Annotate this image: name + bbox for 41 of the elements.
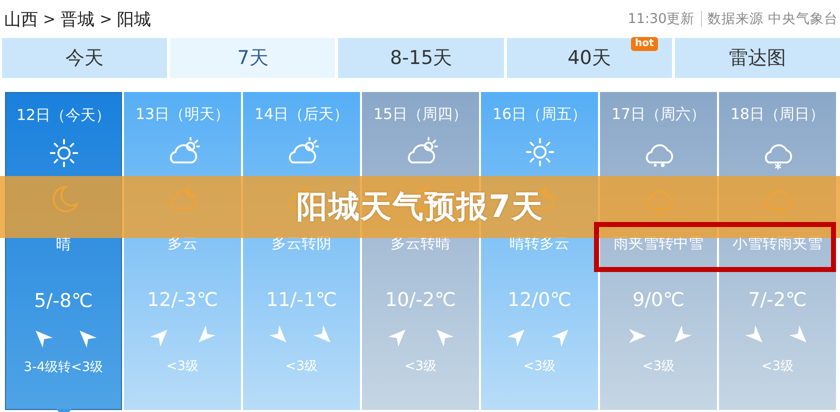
temperature: 12/-3℃ bbox=[147, 289, 218, 311]
temperature: 5/-8℃ bbox=[34, 290, 93, 312]
temperature: 12/0℃ bbox=[507, 289, 572, 311]
temperature: 10/-2℃ bbox=[385, 289, 456, 311]
tab[interactable]: 8-15天 bbox=[338, 38, 504, 78]
day-date: 18日（周日） bbox=[730, 105, 825, 124]
weather-condition: 多云转晴 bbox=[390, 234, 450, 253]
tab[interactable]: 雷达图 bbox=[674, 38, 840, 78]
breadcrumb-separator: > bbox=[100, 10, 112, 28]
weather-condition: 小雪转雨夹雪 bbox=[732, 234, 822, 253]
temperature: 7/-2℃ bbox=[748, 289, 807, 311]
breadcrumb-link[interactable]: 山西 bbox=[4, 8, 38, 30]
temperature: 9/0℃ bbox=[632, 289, 684, 311]
day-date: 12日（今天） bbox=[16, 106, 111, 125]
breadcrumb-separator: > bbox=[43, 10, 56, 28]
tab[interactable]: 今天 bbox=[2, 38, 168, 78]
wind-level: 3-4级转<3级 bbox=[24, 359, 104, 376]
wind-level: <3级 bbox=[761, 358, 794, 375]
weather-condition: 晴转多云 bbox=[510, 234, 570, 253]
day-date: 17日（周六） bbox=[611, 105, 706, 124]
day-date: 14日（后天） bbox=[254, 105, 349, 124]
wind-level: <3级 bbox=[404, 358, 437, 375]
temperature: 11/-1℃ bbox=[266, 289, 337, 311]
wind-level: <3级 bbox=[166, 358, 199, 375]
wind-level: <3级 bbox=[285, 358, 318, 375]
update-time: 11:30更新 bbox=[628, 10, 695, 28]
wind-level: <3级 bbox=[642, 358, 675, 375]
data-source: 数据来源 中央气象台 bbox=[708, 10, 838, 28]
day-date: 16日（周五） bbox=[492, 105, 587, 124]
weather-condition: 雨夹雪转中雪 bbox=[614, 234, 704, 253]
tab[interactable]: 40天 hot bbox=[506, 38, 672, 78]
day-date: 15日（周四） bbox=[373, 105, 468, 124]
weather-condition: 多云转阴 bbox=[272, 234, 332, 253]
day-date: 13日（明天） bbox=[135, 105, 230, 124]
weather-condition: 多云 bbox=[168, 234, 198, 253]
breadcrumb-link[interactable]: 晋城 bbox=[60, 8, 95, 30]
breadcrumb-link[interactable]: 阳城 bbox=[117, 8, 152, 30]
tab[interactable]: 7天 bbox=[170, 38, 336, 78]
hot-badge: hot bbox=[631, 37, 658, 51]
wind-level: <3级 bbox=[523, 358, 556, 375]
weather-condition: 晴 bbox=[56, 235, 71, 254]
